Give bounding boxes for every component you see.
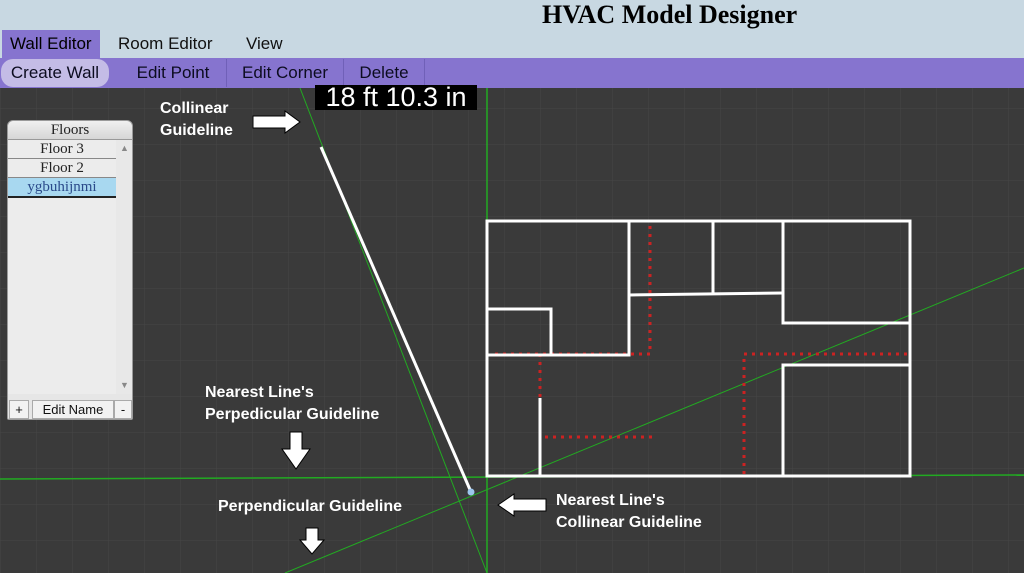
floor-list: Floor 3 Floor 2 ygbuhijnmi <box>8 140 116 394</box>
annotation-line: Nearest Line's <box>556 492 665 509</box>
menu-view[interactable]: View <box>238 30 291 58</box>
menu-room-editor[interactable]: Room Editor <box>110 30 220 58</box>
annotation-line: Nearest Line's <box>205 384 314 401</box>
floors-panel: Floors Floor 3 Floor 2 ygbuhijnmi ▲ ▼ + … <box>7 120 133 420</box>
floors-panel-footer: + Edit Name - <box>8 400 132 419</box>
menu-wall-editor[interactable]: Wall Editor <box>2 30 100 58</box>
floors-header: Floors <box>8 121 132 140</box>
drawing-canvas[interactable] <box>0 88 1024 573</box>
floor-item[interactable]: Floor 3 <box>8 140 116 159</box>
scroll-down-icon[interactable]: ▼ <box>120 380 129 390</box>
remove-floor-button[interactable]: - <box>114 400 132 419</box>
edit-point-button[interactable]: Edit Point <box>120 59 227 87</box>
create-wall-button[interactable]: Create Wall <box>1 59 109 87</box>
wall-endpoint[interactable] <box>467 488 475 496</box>
wall-length-readout: 18 ft 10.3 in <box>315 85 477 110</box>
annotation-nearest-perpendicular: Nearest Line's Perpedicular Guideline <box>205 382 379 426</box>
annotation-line: Perpedicular Guideline <box>205 406 380 423</box>
scroll-up-icon[interactable]: ▲ <box>120 143 129 153</box>
annotation-nearest-collinear: Nearest Line's Collinear Guideline <box>556 490 702 534</box>
floor-item[interactable]: Floor 2 <box>8 159 116 178</box>
edit-floor-name-button[interactable]: Edit Name <box>32 400 114 419</box>
floor-list-scrollbar[interactable]: ▲ ▼ <box>116 140 132 394</box>
annotation-line: Collinear Guideline <box>556 514 702 531</box>
app-title: HVAC Model Designer <box>542 0 798 29</box>
title-bar <box>0 0 1024 30</box>
delete-button[interactable]: Delete <box>344 59 425 87</box>
floor-item-selected[interactable]: ygbuhijnmi <box>8 178 116 198</box>
annotation-perpendicular: Perpendicular Guideline <box>218 498 403 515</box>
add-floor-button[interactable]: + <box>9 400 29 419</box>
annotation-line: Collinear <box>160 100 229 117</box>
annotation-line: Guideline <box>160 122 233 139</box>
edit-corner-button[interactable]: Edit Corner <box>227 59 344 87</box>
annotation-collinear: Collinear Guideline <box>160 98 233 142</box>
